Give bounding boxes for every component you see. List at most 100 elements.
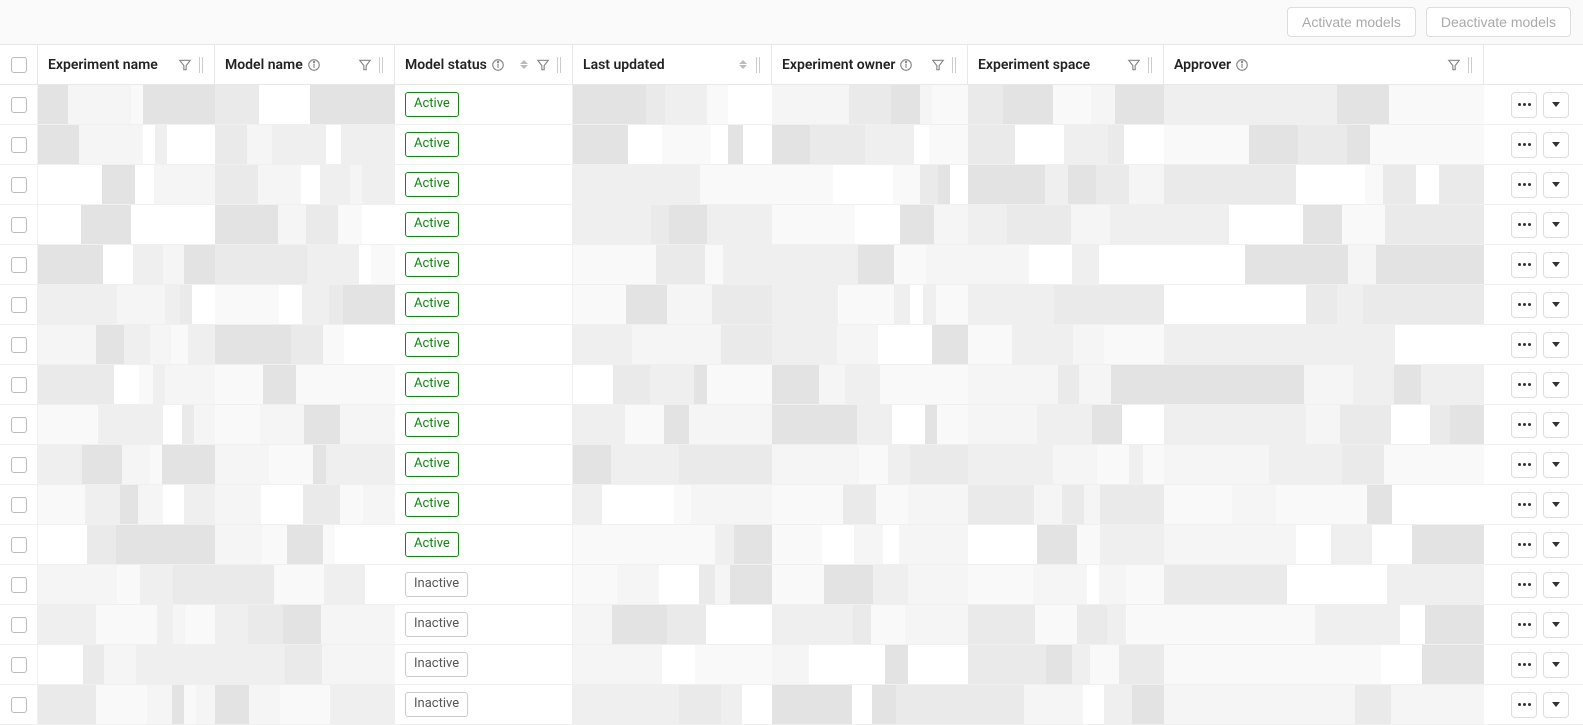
row-checkbox-cell[interactable] [0, 685, 38, 724]
row-expand-button[interactable] [1543, 532, 1569, 558]
redacted-placeholder [38, 165, 215, 204]
filter-icon[interactable] [178, 58, 192, 72]
chevron-down-icon [1552, 262, 1560, 267]
row-more-button[interactable] [1511, 412, 1537, 438]
status-badge: Active [405, 492, 459, 516]
row-checkbox-cell[interactable] [0, 365, 38, 404]
row-expand-button[interactable] [1543, 612, 1569, 638]
row-more-button[interactable] [1511, 452, 1537, 478]
row-expand-button[interactable] [1543, 172, 1569, 198]
row-more-button[interactable] [1511, 492, 1537, 518]
column-resize-handle[interactable] [378, 57, 384, 73]
row-expand-button[interactable] [1543, 372, 1569, 398]
row-more-button[interactable] [1511, 172, 1537, 198]
redacted-placeholder [772, 365, 968, 404]
column-resize-handle[interactable] [1147, 57, 1153, 73]
row-checkbox-cell[interactable] [0, 85, 38, 124]
redacted-placeholder [772, 445, 968, 484]
filter-icon[interactable] [931, 58, 945, 72]
deactivate-models-button[interactable]: Deactivate models [1426, 7, 1571, 37]
column-resize-handle[interactable] [1467, 57, 1473, 73]
row-checkbox-cell[interactable] [0, 525, 38, 564]
column-resize-handle[interactable] [755, 57, 761, 73]
filter-icon[interactable] [536, 58, 550, 72]
info-icon[interactable] [1235, 58, 1249, 72]
row-more-button[interactable] [1511, 572, 1537, 598]
cell-experiment-space [968, 125, 1164, 164]
row-checkbox-cell[interactable] [0, 605, 38, 644]
row-expand-button[interactable] [1543, 332, 1569, 358]
row-more-button[interactable] [1511, 212, 1537, 238]
row-more-button[interactable] [1511, 612, 1537, 638]
row-checkbox-cell[interactable] [0, 325, 38, 364]
cell-experiment-owner [772, 445, 968, 484]
cell-model-name [215, 245, 395, 284]
cell-last-updated [573, 365, 772, 404]
cell-model-name [215, 85, 395, 124]
sort-icon[interactable] [737, 58, 749, 72]
row-checkbox-cell[interactable] [0, 405, 38, 444]
header-model-name[interactable]: Model name [215, 45, 395, 84]
redacted-placeholder [38, 485, 215, 524]
row-expand-button[interactable] [1543, 572, 1569, 598]
info-icon[interactable] [491, 58, 505, 72]
row-expand-button[interactable] [1543, 452, 1569, 478]
row-checkbox-cell[interactable] [0, 445, 38, 484]
row-expand-button[interactable] [1543, 212, 1569, 238]
row-more-button[interactable] [1511, 132, 1537, 158]
header-select-all[interactable] [0, 45, 38, 84]
row-expand-button[interactable] [1543, 652, 1569, 678]
cell-approver [1164, 165, 1484, 204]
redacted-placeholder [772, 165, 968, 204]
column-resize-handle[interactable] [556, 57, 562, 73]
activate-models-button[interactable]: Activate models [1287, 7, 1416, 37]
header-last-updated[interactable]: Last updated [573, 45, 772, 84]
row-more-button[interactable] [1511, 652, 1537, 678]
row-expand-button[interactable] [1543, 492, 1569, 518]
sort-icon[interactable] [518, 58, 530, 72]
row-expand-button[interactable] [1543, 692, 1569, 718]
cell-experiment-name [38, 685, 215, 724]
row-checkbox-cell[interactable] [0, 285, 38, 324]
row-more-button[interactable] [1511, 532, 1537, 558]
redacted-placeholder [968, 205, 1164, 244]
row-more-button[interactable] [1511, 92, 1537, 118]
row-expand-button[interactable] [1543, 132, 1569, 158]
row-checkbox-cell[interactable] [0, 125, 38, 164]
header-experiment-owner[interactable]: Experiment owner [772, 45, 968, 84]
status-badge: Active [405, 212, 459, 236]
row-checkbox-cell[interactable] [0, 245, 38, 284]
filter-icon[interactable] [358, 58, 372, 72]
info-icon[interactable] [899, 58, 913, 72]
filter-icon[interactable] [1127, 58, 1141, 72]
column-resize-handle[interactable] [951, 57, 957, 73]
row-checkbox-cell[interactable] [0, 645, 38, 684]
row-more-button[interactable] [1511, 692, 1537, 718]
more-icon [1518, 623, 1531, 626]
cell-last-updated [573, 245, 772, 284]
info-icon[interactable] [307, 58, 321, 72]
column-resize-handle[interactable] [198, 57, 204, 73]
row-expand-button[interactable] [1543, 292, 1569, 318]
cell-experiment-owner [772, 685, 968, 724]
header-approver[interactable]: Approver [1164, 45, 1484, 84]
header-experiment-name[interactable]: Experiment name [38, 45, 215, 84]
cell-actions [1484, 525, 1583, 564]
row-expand-button[interactable] [1543, 92, 1569, 118]
redacted-placeholder [38, 685, 215, 724]
header-model-status[interactable]: Model status [395, 45, 573, 84]
row-checkbox-cell[interactable] [0, 165, 38, 204]
row-checkbox-cell[interactable] [0, 565, 38, 604]
row-expand-button[interactable] [1543, 252, 1569, 278]
row-more-button[interactable] [1511, 292, 1537, 318]
row-more-button[interactable] [1511, 252, 1537, 278]
chevron-down-icon [1552, 222, 1560, 227]
header-experiment-space[interactable]: Experiment space [968, 45, 1164, 84]
row-checkbox-cell[interactable] [0, 205, 38, 244]
filter-icon[interactable] [1447, 58, 1461, 72]
row-more-button[interactable] [1511, 332, 1537, 358]
redacted-placeholder [215, 165, 395, 204]
row-expand-button[interactable] [1543, 412, 1569, 438]
row-checkbox-cell[interactable] [0, 485, 38, 524]
row-more-button[interactable] [1511, 372, 1537, 398]
